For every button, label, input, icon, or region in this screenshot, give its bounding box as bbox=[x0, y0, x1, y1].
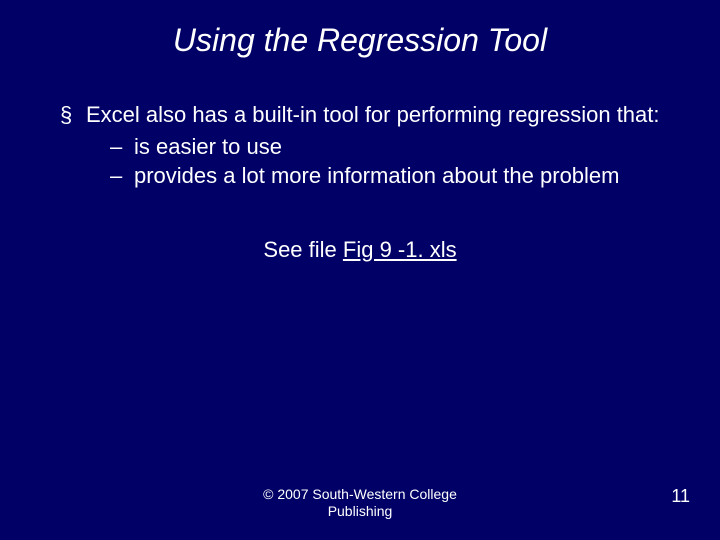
copyright-text: © 2007 South-Western College Publishing bbox=[230, 486, 490, 520]
slide-body: Excel also has a built-in tool for perfo… bbox=[0, 59, 720, 263]
file-link[interactable]: Fig 9 -1. xls bbox=[343, 237, 457, 262]
bullet-list: Excel also has a built-in tool for perfo… bbox=[60, 101, 660, 190]
see-file-prefix: See file bbox=[263, 237, 343, 262]
sub-bullet-2: provides a lot more information about th… bbox=[110, 162, 660, 190]
sub-bullet-list: is easier to use provides a lot more inf… bbox=[86, 133, 660, 190]
page-number: 11 bbox=[671, 486, 690, 507]
see-file-line: See file Fig 9 -1. xls bbox=[60, 236, 660, 264]
bullet-main-text: Excel also has a built-in tool for perfo… bbox=[86, 102, 660, 127]
sub-bullet-1: is easier to use bbox=[110, 133, 660, 161]
bullet-main: Excel also has a built-in tool for perfo… bbox=[60, 101, 660, 190]
slide-title: Using the Regression Tool bbox=[0, 0, 720, 59]
slide-footer: © 2007 South-Western College Publishing … bbox=[0, 486, 720, 530]
slide: Using the Regression Tool Excel also has… bbox=[0, 0, 720, 540]
